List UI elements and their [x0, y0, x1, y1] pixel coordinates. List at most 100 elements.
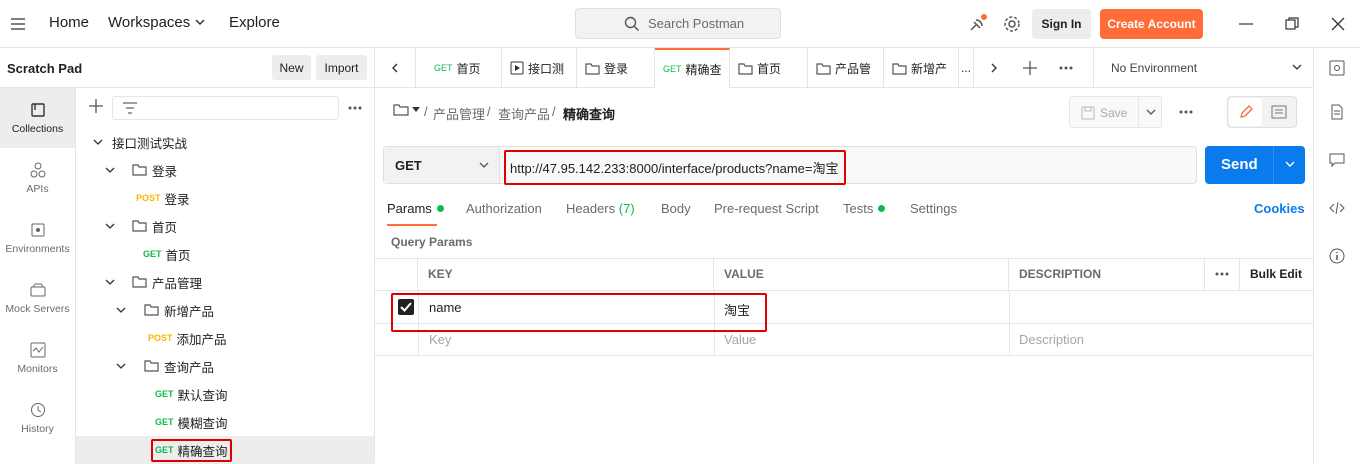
tree-folder[interactable]: 登录 — [76, 156, 374, 184]
tab-item[interactable]: 产品管 — [808, 48, 884, 88]
tab-item-active[interactable]: GET 精确查 — [655, 48, 730, 88]
table-header-check — [375, 258, 418, 290]
tab-item[interactable]: 新增产 — [884, 48, 959, 88]
search-input[interactable]: Search Postman — [575, 8, 781, 39]
tabs-bar: GET 首页 接口测 登录 GET 精确查 首页 产品管 新增产 ... No … — [375, 48, 1313, 88]
table-header-description: DESCRIPTION — [1009, 258, 1205, 290]
view-toggle — [1227, 96, 1297, 128]
more-actions-icon[interactable] — [1179, 110, 1193, 114]
tab-settings[interactable]: Settings — [910, 201, 957, 216]
description-placeholder[interactable]: Description — [1019, 332, 1084, 347]
tree-label: 添加产品 — [176, 332, 227, 347]
rail-environments[interactable]: Environments — [0, 208, 75, 268]
documentation-icon[interactable] — [1329, 104, 1345, 120]
rail-mock-servers[interactable]: Mock Servers — [0, 268, 75, 328]
rail-monitors[interactable]: Monitors — [0, 328, 75, 388]
code-icon[interactable] — [1329, 200, 1345, 216]
rail-apis[interactable]: APIs — [0, 148, 75, 208]
tab-method: GET — [663, 64, 682, 74]
tab-item[interactable]: 登录 — [577, 48, 655, 88]
table-header-value: VALUE — [714, 258, 1009, 290]
save-dropdown[interactable] — [1138, 97, 1162, 127]
chevron-down-icon — [1146, 109, 1156, 115]
tab-headers[interactable]: Headers (7) — [566, 201, 635, 216]
chevron-right-icon[interactable] — [990, 63, 998, 73]
tab-body[interactable]: Body — [661, 201, 691, 216]
restore-icon[interactable] — [1285, 17, 1299, 31]
tree-request[interactable]: GET 默认查询 — [76, 380, 374, 408]
send-button[interactable]: Send — [1221, 156, 1258, 173]
comments-icon[interactable] — [1329, 152, 1345, 168]
send-dropdown[interactable] — [1273, 146, 1305, 184]
nav-workspaces[interactable]: Workspaces — [108, 14, 190, 31]
satellite-icon[interactable] — [968, 14, 990, 34]
breadcrumb-separator: / — [552, 104, 556, 119]
cookies-link[interactable]: Cookies — [1254, 201, 1305, 216]
tab-item[interactable]: GET 首页 — [426, 48, 502, 88]
more-tabs-icon[interactable] — [1059, 66, 1073, 70]
folder-icon — [585, 62, 600, 75]
tree-folder[interactable]: 首页 — [76, 212, 374, 240]
sign-in-button[interactable]: Sign In — [1032, 9, 1091, 39]
filter-input[interactable] — [112, 96, 339, 120]
nav-explore[interactable]: Explore — [229, 14, 280, 31]
collections-icon — [30, 102, 45, 117]
environment-quick-look-icon[interactable] — [1329, 60, 1345, 76]
breadcrumb-item[interactable]: 查询产品 — [498, 104, 550, 123]
import-button[interactable]: Import — [316, 55, 367, 80]
chevron-down-icon — [1285, 161, 1295, 167]
method-select[interactable]: GET — [384, 147, 500, 183]
rail-collections[interactable]: Collections — [0, 88, 75, 148]
edit-mode-button[interactable] — [1229, 98, 1262, 126]
tab-item[interactable]: 接口测 — [502, 48, 577, 88]
new-button[interactable]: New — [272, 55, 311, 80]
environment-select[interactable]: No Environment — [1093, 48, 1313, 88]
more-options-icon[interactable] — [348, 106, 362, 110]
tab-item-overflow[interactable]: ... — [959, 48, 974, 88]
tab-tests[interactable]: Tests — [843, 201, 886, 216]
tree-folder[interactable]: 查询产品 — [76, 352, 374, 380]
tree-request[interactable]: POST 添加产品 — [76, 324, 374, 352]
tree-label: 首页 — [165, 248, 191, 263]
tab-authorization[interactable]: Authorization — [466, 201, 542, 216]
rail-history[interactable]: History — [0, 388, 75, 448]
value-placeholder[interactable]: Value — [724, 332, 756, 347]
minimize-icon[interactable] — [1239, 23, 1253, 25]
breadcrumb-item[interactable]: 产品管理 — [433, 104, 485, 123]
close-icon[interactable] — [1331, 17, 1345, 31]
tree-request[interactable]: POST 登录 — [76, 184, 374, 212]
nav-home[interactable]: Home — [49, 14, 89, 31]
add-icon[interactable] — [89, 99, 103, 113]
chevron-down-icon — [116, 363, 126, 369]
environment-value: No Environment — [1111, 61, 1198, 75]
chevron-down-icon — [105, 279, 115, 285]
tree-folder[interactable]: 新增产品 — [76, 296, 374, 324]
tab-label: Tests — [843, 201, 874, 216]
tree-request[interactable]: GET 首页 — [76, 240, 374, 268]
tab-prerequest[interactable]: Pre-request Script — [714, 201, 819, 216]
tree-folder[interactable]: 产品管理 — [76, 268, 374, 296]
table-more-cell[interactable] — [1205, 258, 1240, 290]
collection-tree: 接口测试实战 登录 POST 登录 首页 GET 首页 产品管理 新增产品 PO… — [76, 88, 375, 464]
tree-request[interactable]: GET 模糊查询 — [76, 408, 374, 436]
status-dot — [878, 205, 886, 212]
tab-item[interactable]: 首页 — [730, 48, 808, 88]
tree-collection[interactable]: 接口测试实战 — [76, 128, 374, 156]
query-params-title: Query Params — [391, 235, 473, 249]
settings-gear-icon[interactable] — [1003, 15, 1021, 33]
tree-label: 新增产品 — [164, 304, 215, 319]
menu-icon[interactable] — [10, 17, 26, 31]
create-account-button[interactable]: Create Account — [1100, 9, 1203, 39]
save-button[interactable]: Save — [1100, 106, 1127, 120]
caret-down-icon[interactable] — [412, 107, 420, 112]
tab-params[interactable]: Params — [387, 201, 444, 216]
comment-mode-icon[interactable] — [1271, 105, 1287, 119]
key-placeholder[interactable]: Key — [429, 332, 451, 347]
add-tab-icon[interactable] — [1023, 61, 1037, 75]
info-icon[interactable] — [1329, 248, 1345, 264]
method-badge: GET — [155, 417, 174, 427]
chevron-down-icon — [479, 162, 489, 168]
tab-label: 首页 — [456, 61, 481, 76]
bulk-edit-button[interactable]: Bulk Edit — [1240, 258, 1313, 290]
tabs-scroll-left[interactable] — [375, 48, 416, 88]
